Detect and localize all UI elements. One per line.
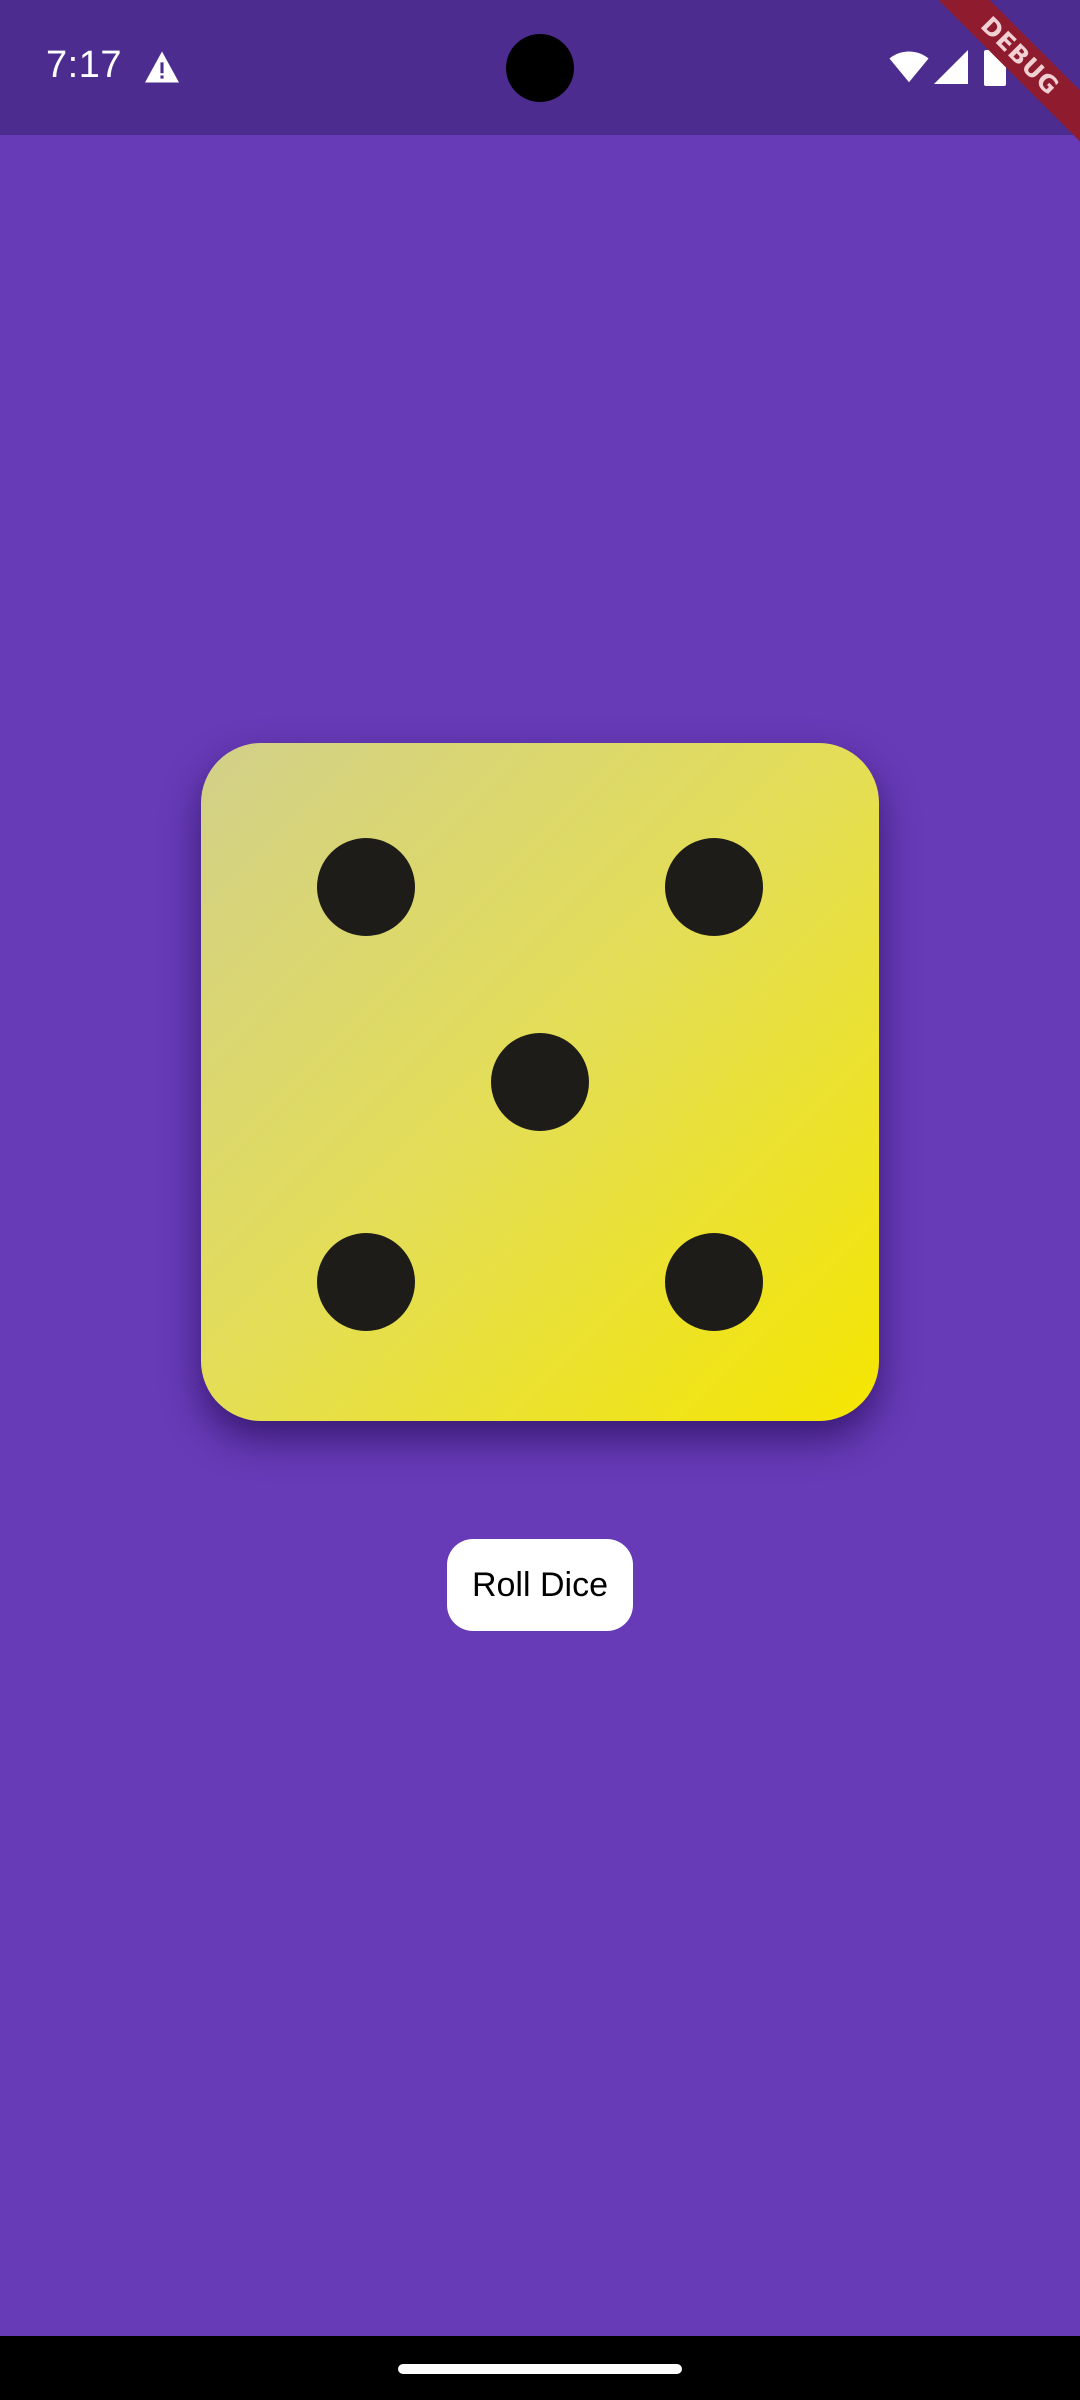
warning-icon [145,51,179,83]
camera-cutout [506,34,574,102]
dice-pip-top-right [665,838,763,936]
dice-pip-bottom-right [665,1233,763,1331]
dice-pip-top-left [317,838,415,936]
dice-pip-center [491,1033,589,1131]
roll-dice-button[interactable]: Roll Dice [447,1539,633,1631]
debug-label: DEBUG [929,0,1080,147]
debug-banner: DEBUG [920,0,1080,160]
dice-face [201,743,879,1421]
status-time: 7:17 [46,44,122,86]
status-bar: 7:17 [0,0,1080,135]
dice-pip-bottom-left [317,1233,415,1331]
home-indicator[interactable] [398,2364,682,2374]
